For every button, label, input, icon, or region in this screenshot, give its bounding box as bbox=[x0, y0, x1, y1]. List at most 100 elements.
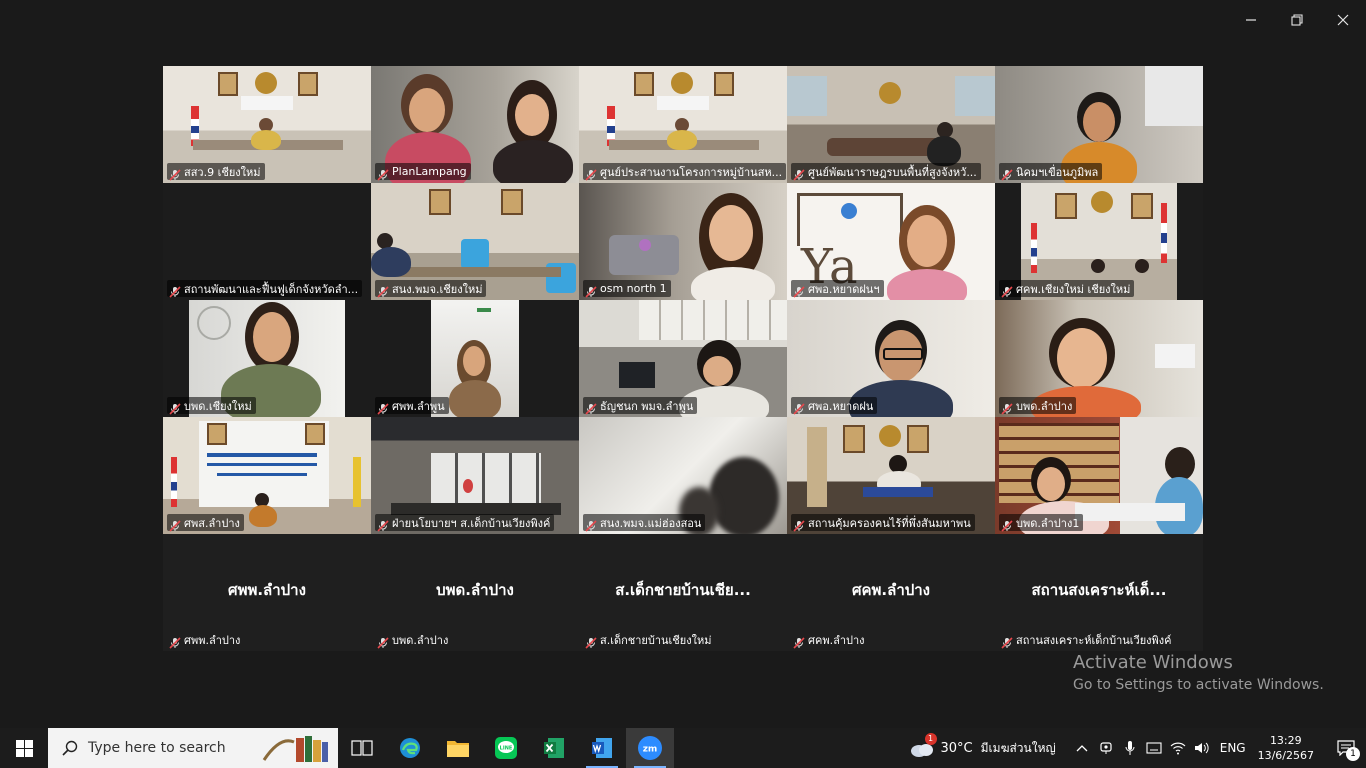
participant-tile[interactable]: บพด.ลำปาง1 bbox=[995, 417, 1203, 534]
edge-icon bbox=[400, 738, 420, 758]
participant-name-bar: ธัญชนก พมจ.ลำพูน bbox=[583, 397, 698, 415]
participant-name-bar: ศคพ.เชียงใหม่ เชียงใหม่ bbox=[999, 280, 1135, 298]
participant-name: บพด.ลำปาง bbox=[392, 633, 449, 647]
taskbar-excel[interactable] bbox=[530, 728, 578, 768]
participant-tile[interactable]: ฝ่ายนโยบายฯ ส.เด็กบ้านเวียงพิงค์ bbox=[371, 417, 579, 534]
muted-microphone-icon bbox=[793, 634, 805, 649]
participant-tile[interactable]: สถานคุ้มครองคนไร้ที่พึ่งสันมหาพน bbox=[787, 417, 995, 534]
participant-tile[interactable]: ศพอ.หยาดฝน bbox=[787, 300, 995, 417]
muted-microphone-icon bbox=[585, 634, 597, 649]
start-button[interactable] bbox=[0, 728, 48, 768]
volume-button[interactable] bbox=[1190, 728, 1214, 768]
microphone-icon bbox=[1125, 741, 1135, 755]
notification-center-button[interactable]: 1 bbox=[1326, 728, 1366, 768]
participant-tile[interactable]: Ya ศพอ.หยาดฝนฯ bbox=[787, 183, 995, 300]
taskbar-clock[interactable]: 13:29 13/6/2567 bbox=[1258, 733, 1314, 763]
activate-subtitle: Go to Settings to activate Windows. bbox=[1073, 677, 1324, 693]
taskbar-line[interactable]: LINE bbox=[482, 728, 530, 768]
participant-name: ศพส.ลำปาง bbox=[184, 516, 240, 530]
participant-tile[interactable]: นิคมฯเขื่อนภูมิพล bbox=[995, 66, 1203, 183]
participant-tile[interactable]: ศพพ.ลำปาง ศพพ.ลำปาง bbox=[163, 534, 371, 651]
participant-name-bar: ศูนย์พัฒนาราษฎรบนพื้นที่สูงจังหวั... bbox=[791, 163, 981, 181]
close-button[interactable] bbox=[1320, 0, 1366, 40]
svg-text:zm: zm bbox=[643, 745, 658, 755]
participant-tile[interactable]: บพด.ลำปาง บพด.ลำปาง bbox=[371, 534, 579, 651]
participant-tile[interactable]: osm north 1 bbox=[579, 183, 787, 300]
participant-name-bar: บพด.ลำปาง bbox=[999, 397, 1077, 415]
participant-name: สถานสงเคราะห์เด็กบ้านเวียงพิงค์ bbox=[1016, 633, 1172, 647]
weather-badge: 1 bbox=[924, 733, 937, 745]
participant-tile[interactable]: สถานสงเคราะห์เด็... สถานสงเคราะห์เด็กบ้า… bbox=[995, 534, 1203, 651]
participant-name: บพด.ลำปาง1 bbox=[1016, 516, 1080, 530]
muted-microphone-icon bbox=[585, 166, 597, 181]
participant-name-bar: PlanLampang bbox=[375, 163, 471, 181]
participant-big-name: บพด.ลำปาง bbox=[436, 581, 514, 599]
muted-microphone-icon bbox=[1001, 400, 1013, 415]
ime-button[interactable] bbox=[1142, 728, 1166, 768]
participant-tile[interactable]: ศูนย์พัฒนาราษฎรบนพื้นที่สูงจังหวั... bbox=[787, 66, 995, 183]
participant-name: สสว.9 เชียงใหม่ bbox=[184, 165, 261, 179]
participant-name: ส.เด็กชายบ้านเชียงใหม่ bbox=[600, 633, 712, 647]
excel-icon bbox=[544, 738, 564, 758]
participant-name-bar: บพด.ลำปาง1 bbox=[999, 514, 1084, 532]
participant-tile[interactable]: บพด.ลำปาง bbox=[995, 300, 1203, 417]
windows-logo-icon bbox=[15, 739, 33, 757]
participant-tile[interactable]: ศพส.ลำปาง bbox=[163, 417, 371, 534]
participant-tile[interactable]: ธัญชนก พมจ.ลำพูน bbox=[579, 300, 787, 417]
muted-microphone-icon bbox=[585, 517, 597, 532]
participant-tile[interactable]: บพด.เชียงใหม่ bbox=[163, 300, 371, 417]
participant-tile[interactable]: ศคพ.ลำปาง ศคพ.ลำปาง bbox=[787, 534, 995, 651]
webcam-icon bbox=[1100, 742, 1112, 754]
participant-name: สถานพัฒนาและฟื้นฟูเด็กจังหวัดลำ... bbox=[184, 282, 359, 296]
participant-tile[interactable]: ศพพ.ลำพูน bbox=[371, 300, 579, 417]
participant-tile[interactable]: ศูนย์ประสานงานโครงการหมู่บ้านสห... bbox=[579, 66, 787, 183]
muted-microphone-icon bbox=[1001, 517, 1013, 532]
participant-name: ศูนย์พัฒนาราษฎรบนพื้นที่สูงจังหวั... bbox=[808, 165, 977, 179]
participant-name: สนง.พมจ.เชียงใหม่ bbox=[392, 282, 483, 296]
weather-temperature: 30°C bbox=[940, 740, 973, 756]
muted-microphone-icon bbox=[1001, 634, 1013, 649]
meet-now-button[interactable] bbox=[1094, 728, 1118, 768]
muted-microphone-icon bbox=[1001, 283, 1013, 298]
participant-name: นิคมฯเขื่อนภูมิพล bbox=[1016, 165, 1099, 179]
language-indicator[interactable]: ENG bbox=[1220, 741, 1246, 755]
taskbar-word[interactable] bbox=[578, 728, 626, 768]
close-icon bbox=[1337, 14, 1349, 26]
taskbar-search-box[interactable]: Type here to search bbox=[48, 728, 338, 768]
muted-microphone-icon bbox=[377, 400, 389, 415]
chevron-up-icon bbox=[1076, 745, 1088, 752]
taskbar-file-explorer[interactable] bbox=[434, 728, 482, 768]
participant-tile[interactable]: ศคพ.เชียงใหม่ เชียงใหม่ bbox=[995, 183, 1203, 300]
participant-name: ศพอ.หยาดฝน bbox=[808, 399, 874, 413]
activate-title: Activate Windows bbox=[1073, 652, 1233, 673]
participant-name-bar: บพด.เชียงใหม่ bbox=[167, 397, 256, 415]
task-view-button[interactable] bbox=[338, 728, 386, 768]
microphone-button[interactable] bbox=[1118, 728, 1142, 768]
participant-name-bar: สถานสงเคราะห์เด็กบ้านเวียงพิงค์ bbox=[999, 631, 1176, 649]
muted-microphone-icon bbox=[169, 634, 181, 649]
show-hidden-icons-button[interactable] bbox=[1070, 728, 1094, 768]
restore-button[interactable] bbox=[1274, 0, 1320, 40]
participant-tile[interactable]: ส.เด็กชายบ้านเชีย... ส.เด็กชายบ้านเชียงใ… bbox=[579, 534, 787, 651]
weather-widget[interactable]: 1 30°C มีเมฆส่วนใหญ่ bbox=[909, 733, 1056, 759]
participant-name: PlanLampang bbox=[392, 165, 467, 178]
taskbar-edge[interactable] bbox=[386, 728, 434, 768]
taskbar-zoom[interactable]: zm bbox=[626, 728, 674, 768]
participant-name: ธัญชนก พมจ.ลำพูน bbox=[600, 399, 694, 413]
participant-tile[interactable]: สนง.พมจ.แม่ฮ่องสอน bbox=[579, 417, 787, 534]
participant-name-bar: ศพอ.หยาดฝนฯ bbox=[791, 280, 884, 298]
participant-name-bar: ศคพ.ลำปาง bbox=[791, 631, 869, 649]
participant-tile[interactable]: สสว.9 เชียงใหม่ bbox=[163, 66, 371, 183]
participant-big-name: ส.เด็กชายบ้านเชีย... bbox=[615, 581, 751, 599]
participant-tile[interactable]: สถานพัฒนาและฟื้นฟูเด็กจังหวัดลำ... bbox=[163, 183, 371, 300]
minimize-icon bbox=[1246, 19, 1256, 21]
participant-tile[interactable]: สนง.พมจ.เชียงใหม่ bbox=[371, 183, 579, 300]
minimize-button[interactable] bbox=[1228, 0, 1274, 40]
participant-big-name: ศคพ.ลำปาง bbox=[851, 581, 931, 599]
muted-microphone-icon bbox=[793, 166, 805, 181]
participant-name-bar: ฝ่ายนโยบายฯ ส.เด็กบ้านเวียงพิงค์ bbox=[375, 514, 555, 532]
network-button[interactable] bbox=[1166, 728, 1190, 768]
line-app-icon: LINE bbox=[495, 737, 517, 759]
notification-badge: 1 bbox=[1346, 747, 1360, 761]
participant-tile[interactable]: PlanLampang bbox=[371, 66, 579, 183]
